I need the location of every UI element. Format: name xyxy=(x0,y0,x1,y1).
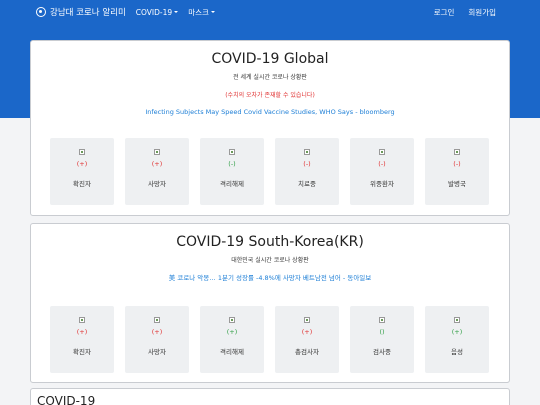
stat-recovered: (+) 격리해제 xyxy=(200,306,264,373)
stat-delta: (+) xyxy=(301,328,313,336)
stat-label: 총검사자 xyxy=(295,348,319,356)
stat-label: 음성 xyxy=(451,348,463,356)
stat-delta: (+) xyxy=(76,160,88,168)
stat-delta: (+) xyxy=(76,328,88,336)
next-title: COVID-19 xyxy=(37,394,96,405)
nav-menu-covid19[interactable]: COVID-19 xyxy=(135,7,179,17)
stat-label: 격리해제 xyxy=(220,348,244,356)
stat-affected-countries: (-) 발병국 xyxy=(425,138,489,205)
stat-label: 발병국 xyxy=(448,180,466,188)
broken-image-icon xyxy=(79,317,85,323)
stat-label: 치료중 xyxy=(298,180,316,188)
stat-total-tested: (+) 총검사자 xyxy=(275,306,339,373)
login-link[interactable]: 로그인 xyxy=(434,7,455,18)
stat-label: 확진자 xyxy=(73,348,91,356)
stat-confirmed: (+) 확진자 xyxy=(50,138,114,205)
nav-menu-mask[interactable]: 마스크 xyxy=(188,7,215,18)
stat-testing: () 검사중 xyxy=(350,306,414,373)
chevron-down-icon xyxy=(210,11,215,13)
brand-link[interactable]: 강남대 코로나 알리미 xyxy=(36,6,126,18)
korea-stats-row: (+) 확진자 (+) 사망자 (+) 격리해제 (+) 총검사자 () 검사중… xyxy=(50,306,489,373)
stat-label: 검사중 xyxy=(373,348,391,356)
stat-delta: (+) xyxy=(451,328,463,336)
brand-label: 강남대 코로나 알리미 xyxy=(50,8,126,18)
stat-delta: (-) xyxy=(228,160,236,168)
global-status-card: COVID-19 Global 전 세계 실시간 코로나 상황판 (수치의 오차… xyxy=(30,40,510,216)
broken-image-icon xyxy=(454,149,460,155)
stat-label: 사망자 xyxy=(148,348,166,356)
signup-link[interactable]: 회원가입 xyxy=(468,7,496,18)
stat-delta: (-) xyxy=(378,160,386,168)
broken-image-icon xyxy=(304,317,310,323)
stat-label: 격리해제 xyxy=(220,180,244,188)
korea-news-link[interactable]: 美 코로나 악몽… 1분기 성장률 -4.8%에 사망자 베트남전 넘어 - 동… xyxy=(31,272,509,282)
nav-menu-covid19-label: COVID-19 xyxy=(135,7,173,17)
global-warning: (수치의 오차가 존재할 수 있습니다) xyxy=(225,92,315,99)
stat-in-treatment: (-) 치료중 xyxy=(275,138,339,205)
next-status-card: COVID-19 xyxy=(30,388,510,405)
broken-image-icon xyxy=(304,149,310,155)
broken-image-icon xyxy=(154,317,160,323)
stat-confirmed: (+) 확진자 xyxy=(50,306,114,373)
global-news-link[interactable]: Infecting Subjects May Speed Covid Vacci… xyxy=(31,108,509,116)
stat-critical: (-) 위중환자 xyxy=(350,138,414,205)
virus-logo-icon xyxy=(36,7,46,17)
stat-delta: (+) xyxy=(151,160,163,168)
korea-status-card: COVID-19 South-Korea(KR) 대한민국 실시간 코로나 상황… xyxy=(30,223,510,383)
stat-label: 확진자 xyxy=(73,180,91,188)
stat-delta: (-) xyxy=(303,160,311,168)
chevron-down-icon xyxy=(174,11,179,13)
stat-delta: (+) xyxy=(226,328,238,336)
top-navbar: 강남대 코로나 알리미 COVID-19 마스크 로그인 회원가입 xyxy=(0,0,540,24)
nav-menu-mask-label: 마스크 xyxy=(188,7,209,17)
global-stats-row: (+) 확진자 (+) 사망자 (-) 격리해제 (-) 치료중 (-) 위중환… xyxy=(50,138,489,205)
stat-delta: () xyxy=(379,328,385,336)
stat-negative: (+) 음성 xyxy=(425,306,489,373)
broken-image-icon xyxy=(379,317,385,323)
global-subtitle: 전 세계 실시간 코로나 상황판 xyxy=(233,74,307,81)
broken-image-icon xyxy=(454,317,460,323)
broken-image-icon xyxy=(379,149,385,155)
broken-image-icon xyxy=(229,317,235,323)
stat-label: 사망자 xyxy=(148,180,166,188)
stat-delta: (+) xyxy=(151,328,163,336)
stat-recovered: (-) 격리해제 xyxy=(200,138,264,205)
broken-image-icon xyxy=(154,149,160,155)
broken-image-icon xyxy=(79,149,85,155)
stat-deaths: (+) 사망자 xyxy=(125,306,189,373)
stat-label: 위중환자 xyxy=(370,180,394,188)
broken-image-icon xyxy=(229,149,235,155)
stat-delta: (-) xyxy=(453,160,461,168)
korea-title: COVID-19 South-Korea(KR) xyxy=(176,234,364,250)
korea-subtitle: 대한민국 실시간 코로나 상황판 xyxy=(231,257,309,264)
stat-deaths: (+) 사망자 xyxy=(125,138,189,205)
global-title: COVID-19 Global xyxy=(211,51,329,67)
